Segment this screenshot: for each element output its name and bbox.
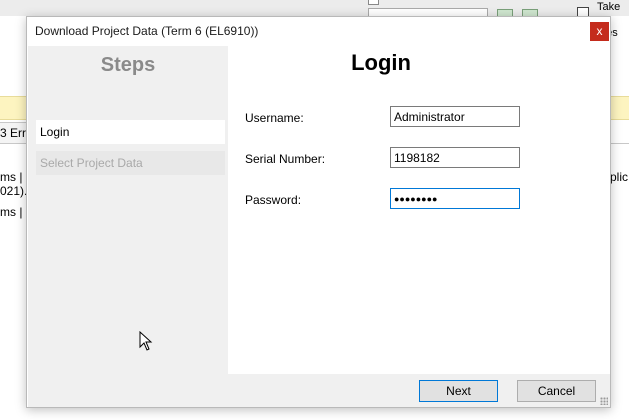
background-text-line: plic (610, 170, 629, 184)
password-label: Password: (245, 193, 302, 207)
background-tab: 3 Err (0, 122, 28, 144)
steps-panel: Steps Login Select Project Data (28, 46, 228, 374)
steps-heading: Steps (100, 54, 156, 76)
step-item-login[interactable]: Login (36, 120, 225, 144)
background-divider (608, 123, 629, 144)
page-title: Login (351, 50, 411, 75)
serial-number-field[interactable] (390, 147, 520, 168)
background-highlight-row (0, 96, 27, 120)
username-field[interactable] (390, 106, 520, 127)
background-text-line: ms | (0, 170, 23, 184)
background-checkbox (368, 0, 379, 5)
resize-grip-icon[interactable] (600, 397, 608, 405)
dialog-titlebar: Download Project Data (Term 6 (EL6910)) … (27, 17, 610, 46)
dialog-footer: Next Cancel (28, 374, 610, 407)
password-value: ●●●●●●●● (394, 194, 438, 204)
serial-number-label: Serial Number: (245, 152, 326, 166)
background-text-line: 021). (0, 184, 28, 198)
step-item-select-project-data: Select Project Data (36, 151, 225, 175)
cancel-button[interactable]: Cancel (517, 380, 596, 402)
background-text-line: ms | (0, 205, 23, 219)
download-project-data-dialog: Download Project Data (Term 6 (EL6910)) … (26, 16, 611, 408)
username-label: Username: (245, 111, 304, 125)
close-button[interactable]: x (590, 22, 609, 41)
background-highlight-row (608, 96, 629, 120)
login-panel: Login Username: Serial Number: Password:… (228, 46, 609, 374)
password-field[interactable]: ●●●●●●●● (390, 188, 520, 209)
dialog-title: Download Project Data (Term 6 (EL6910)) (35, 24, 259, 38)
mouse-pointer-icon (139, 331, 153, 351)
next-button[interactable]: Next (419, 380, 498, 402)
close-icon: x (596, 24, 603, 38)
